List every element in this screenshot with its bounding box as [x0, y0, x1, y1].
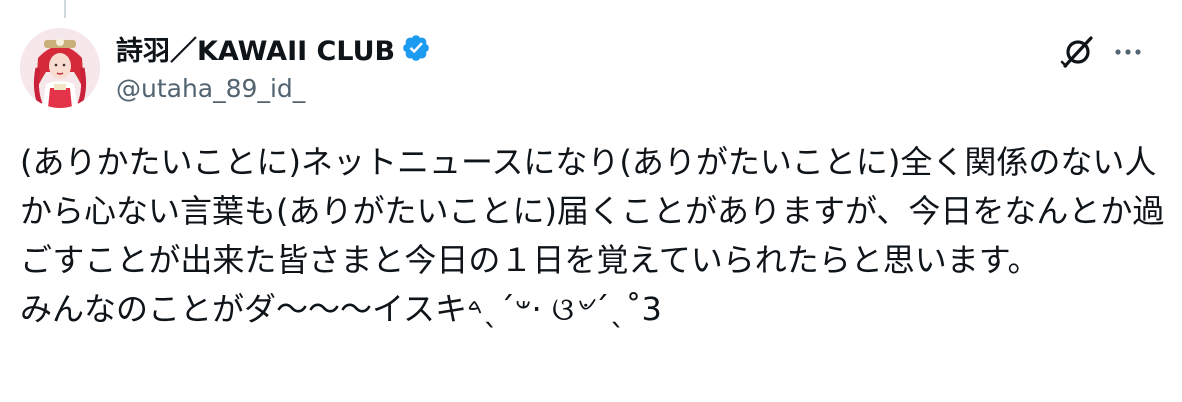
author-display-name[interactable]: 詩羽／KAWAII CLUB [116, 29, 395, 68]
post-body-text: (ありかたいことに)ネットニュースになり(ありがたいことに)全く関係のない人から… [20, 143, 1165, 328]
verified-badge-icon[interactable] [401, 33, 431, 63]
author-handle[interactable]: @utaha_89_id_ [116, 74, 305, 103]
avatar[interactable] [20, 28, 100, 108]
more-options-icon[interactable] [1108, 32, 1148, 72]
post[interactable]: 詩羽／KAWAII CLUB @utaha_89_id_ (ありかたいことに)ネ… [0, 0, 1182, 402]
author-name-row: 詩羽／KAWAII CLUB [116, 29, 431, 68]
grok-icon[interactable] [1058, 32, 1098, 72]
